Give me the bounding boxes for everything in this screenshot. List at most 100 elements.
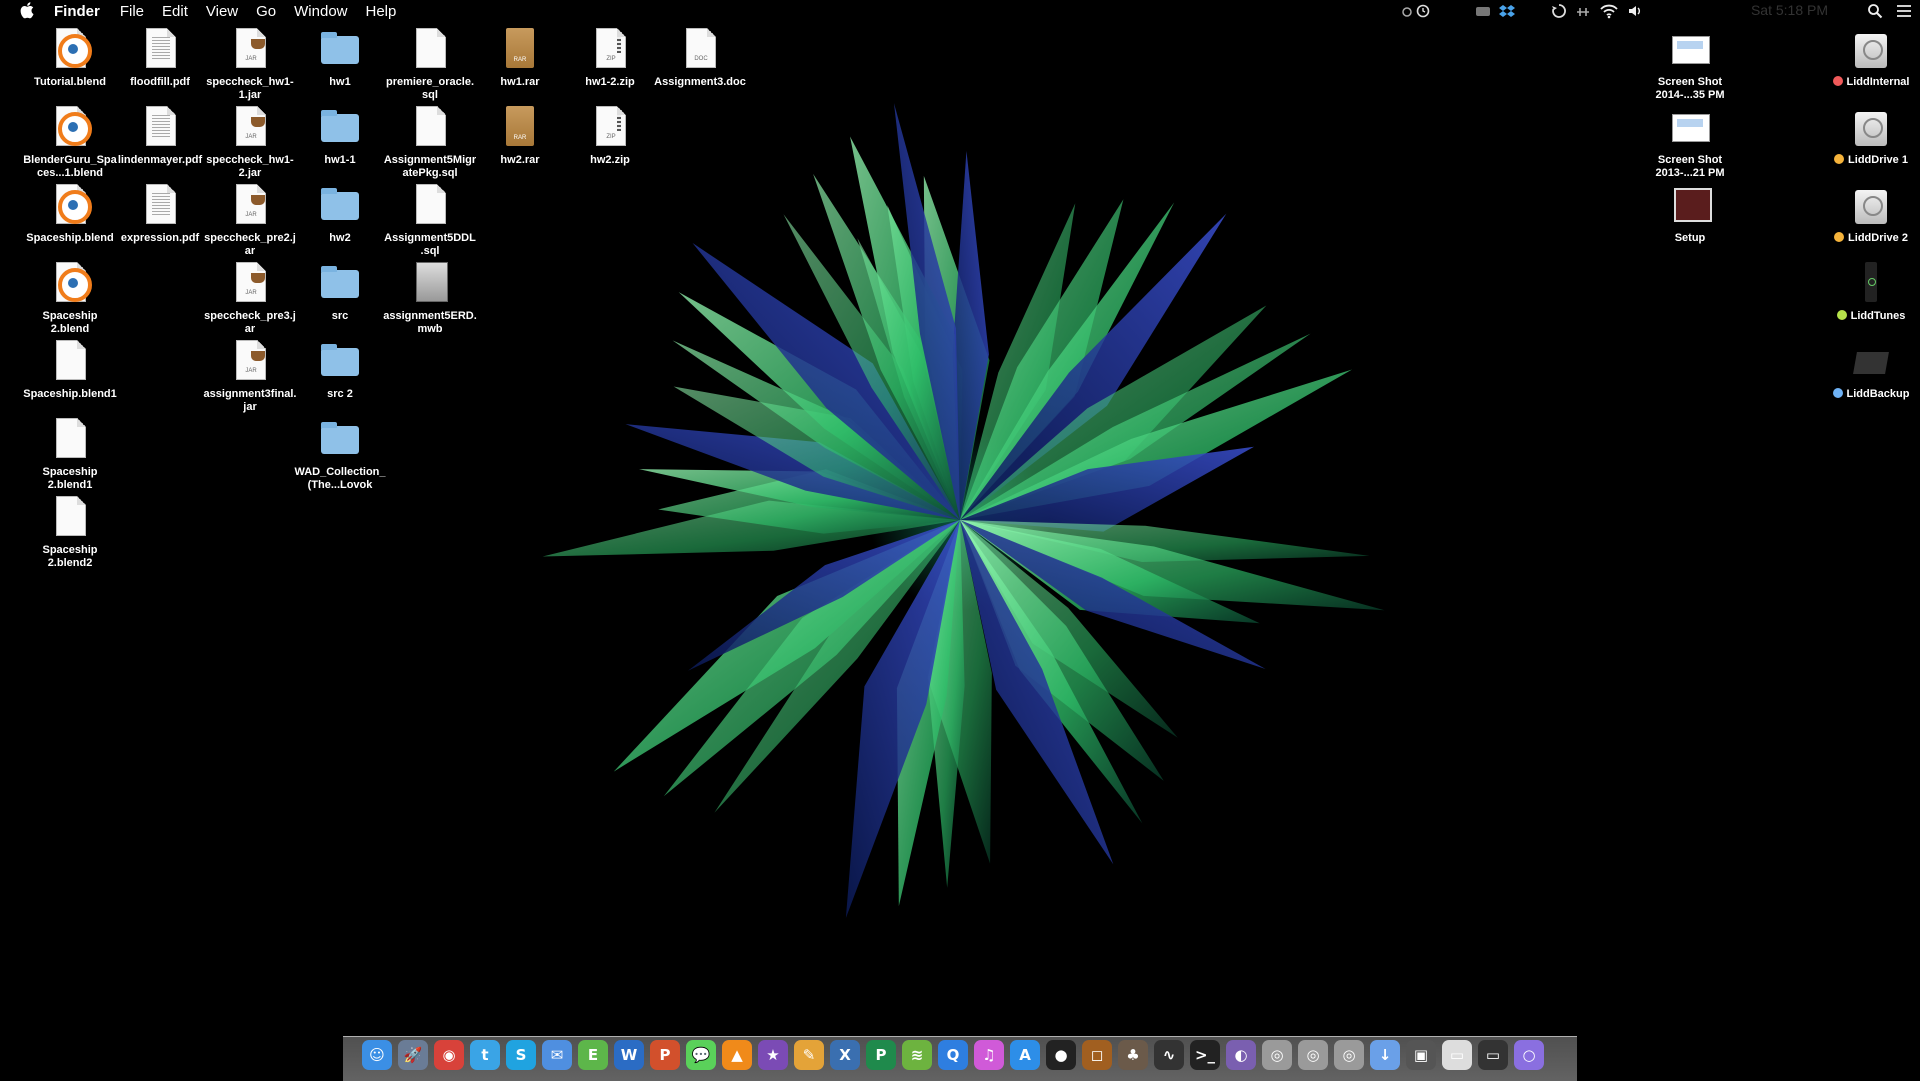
desktop-app-setup[interactable]: Setup	[1643, 184, 1737, 245]
desktop-folder[interactable]: hw2	[293, 184, 387, 245]
twitter-icon[interactable]: t	[470, 1040, 500, 1070]
word-icon[interactable]: W	[614, 1040, 644, 1070]
desktop-file-pdf[interactable]: floodfill.pdf	[113, 28, 207, 89]
desktop-folder[interactable]: WAD_Collection_(The...Lovok	[293, 418, 387, 492]
desktop-drive[interactable]: LiddDrive 2	[1824, 184, 1918, 245]
xcode-icon[interactable]: X	[830, 1040, 860, 1070]
airplay-icon[interactable]	[1574, 2, 1592, 20]
desktop-file-sql[interactable]: premiere_oracle.sql	[383, 28, 477, 102]
terminal-icon[interactable]: >_	[1190, 1040, 1220, 1070]
app-menu-finder[interactable]: Finder	[54, 3, 100, 20]
folder-icon	[321, 110, 359, 142]
finder-icon[interactable]: ☺	[362, 1040, 392, 1070]
dropbox-icon[interactable]	[1498, 2, 1516, 20]
desktop-folder[interactable]: src	[293, 262, 387, 323]
time-machine-icon[interactable]	[1550, 2, 1568, 20]
folder-label: src 2	[327, 388, 353, 400]
wifi-icon[interactable]	[1598, 2, 1620, 20]
stack-window-icon[interactable]: ▭	[1478, 1040, 1508, 1070]
desktop-file-blend[interactable]: Spaceship 2.blend	[23, 262, 117, 336]
itunes-icon[interactable]: ♫	[974, 1040, 1004, 1070]
desktop-file-zip[interactable]: ZIP hw2.zip	[563, 106, 657, 167]
desktop-drive[interactable]: LiddBackup	[1824, 340, 1918, 401]
blender-file-icon	[58, 112, 92, 146]
file-label: Screen Shot 2013-...21 PM	[1655, 154, 1725, 179]
drive-stack-2-icon[interactable]: ◎	[1298, 1040, 1328, 1070]
menu-edit[interactable]: Edit	[162, 3, 188, 20]
activity-monitor-icon[interactable]: ∿	[1154, 1040, 1184, 1070]
clock-status-icon[interactable]	[1416, 2, 1430, 20]
vlc-icon[interactable]: ▲	[722, 1040, 752, 1070]
desktop-drive[interactable]: LiddTunes	[1824, 262, 1918, 323]
desktop-folder[interactable]: hw1-1	[293, 106, 387, 167]
desktop-file-pdf[interactable]: expression.pdf	[113, 184, 207, 245]
file-label: lindenmayer.pdf	[117, 154, 203, 166]
blender-app-icon[interactable]: ♣	[1118, 1040, 1148, 1070]
publisher-icon[interactable]: P	[866, 1040, 896, 1070]
desktop-file-jar[interactable]: JAR speccheck_pre3.jar	[203, 262, 297, 336]
desktop-file-zip[interactable]: ZIP hw1-2.zip	[563, 28, 657, 89]
desktop-folder[interactable]: src 2	[293, 340, 387, 401]
app-store-icon[interactable]: A	[1010, 1040, 1040, 1070]
desktop-file-jar[interactable]: JAR speccheck_hw1-1.jar	[203, 28, 297, 102]
skype-icon[interactable]: S	[506, 1040, 536, 1070]
desktop-screenshot[interactable]: Screen Shot 2014-...35 PM	[1643, 28, 1737, 102]
volume-icon[interactable]	[1626, 2, 1644, 20]
powerpoint-icon[interactable]: P	[650, 1040, 680, 1070]
spotify-icon[interactable]: ≋	[902, 1040, 932, 1070]
desktop-file-mwb[interactable]: assignment5ERD.mwb	[383, 262, 477, 336]
evernote-icon[interactable]: E	[578, 1040, 608, 1070]
github-icon[interactable]: ●	[1046, 1040, 1076, 1070]
desktop-file-sql[interactable]: Assignment5DDL.sql	[383, 184, 477, 258]
orb-app-icon[interactable]: ◐	[1226, 1040, 1256, 1070]
menubar-clock[interactable]: Sat 5:18 PM	[1751, 2, 1828, 18]
siri-like-icon[interactable]: ○	[1514, 1040, 1544, 1070]
desktop-file-blend[interactable]: Tutorial.blend	[23, 28, 117, 89]
document-icon	[416, 184, 446, 224]
messages-icon[interactable]: 💬	[686, 1040, 716, 1070]
hard-drive-icon	[1855, 190, 1887, 224]
mail-icon[interactable]: ✉	[542, 1040, 572, 1070]
chrome-icon[interactable]: ◉	[434, 1040, 464, 1070]
desktop-file-rar[interactable]: RAR hw2.rar	[473, 106, 567, 167]
desktop-file-rar[interactable]: RAR hw1.rar	[473, 28, 567, 89]
desktop-file-pdf[interactable]: lindenmayer.pdf	[113, 106, 207, 167]
desktop-screenshot[interactable]: Screen Shot 2013-...21 PM	[1643, 106, 1737, 180]
desktop-file-jar[interactable]: JAR speccheck_hw1-2.jar	[203, 106, 297, 180]
file-label: Assignment3.doc	[654, 76, 746, 88]
desktop-file-sql[interactable]: Assignment5MigratePkg.sql	[383, 106, 477, 180]
menu-view[interactable]: View	[206, 3, 238, 20]
document-icon	[56, 340, 86, 380]
drive-stack-3-icon[interactable]: ◎	[1334, 1040, 1364, 1070]
notification-center-icon[interactable]	[1894, 2, 1914, 20]
menu-file[interactable]: File	[120, 3, 144, 20]
desktop-file-blend1[interactable]: Spaceship 2.blend1	[23, 418, 117, 492]
desktop-file-doc[interactable]: DOC Assignment3.doc	[653, 28, 747, 89]
quicktime-icon[interactable]: Q	[938, 1040, 968, 1070]
stack-photo-icon[interactable]: ▣	[1406, 1040, 1436, 1070]
desktop-drive[interactable]: LiddInternal	[1824, 28, 1918, 89]
stack-screenshots-icon[interactable]: ▭	[1442, 1040, 1472, 1070]
imovie-icon[interactable]: ★	[758, 1040, 788, 1070]
sublime-icon[interactable]: ◻	[1082, 1040, 1112, 1070]
desktop-file-jar[interactable]: JAR assignment3final.jar	[203, 340, 297, 414]
desktop-file-blend[interactable]: Spaceship.blend	[23, 184, 117, 245]
desktop-file-blend1[interactable]: Spaceship.blend1	[23, 340, 117, 401]
downloads-stack-icon[interactable]: ↓	[1370, 1040, 1400, 1070]
sketch-icon[interactable]: ✎	[794, 1040, 824, 1070]
launchpad-icon[interactable]: 🚀	[398, 1040, 428, 1070]
spotlight-icon[interactable]	[1866, 2, 1884, 20]
hard-drive-icon	[1855, 34, 1887, 68]
menu-go[interactable]: Go	[256, 3, 276, 20]
desktop-folder[interactable]: hw1	[293, 28, 387, 89]
menu-window[interactable]: Window	[294, 3, 347, 20]
desktop-file-jar[interactable]: JAR speccheck_pre2.jar	[203, 184, 297, 258]
menu-help[interactable]: Help	[366, 3, 397, 20]
desktop-file-blend[interactable]: BlenderGuru_Spaces...1.blend	[23, 106, 117, 180]
alarm-icon[interactable]	[1400, 2, 1414, 20]
drive-stack-1-icon[interactable]: ◎	[1262, 1040, 1292, 1070]
desktop-file-blend2[interactable]: Spaceship 2.blend2	[23, 496, 117, 570]
apple-menu-icon[interactable]	[20, 1, 36, 19]
mask-icon[interactable]	[1474, 2, 1492, 20]
desktop-drive[interactable]: LiddDrive 1	[1824, 106, 1918, 167]
